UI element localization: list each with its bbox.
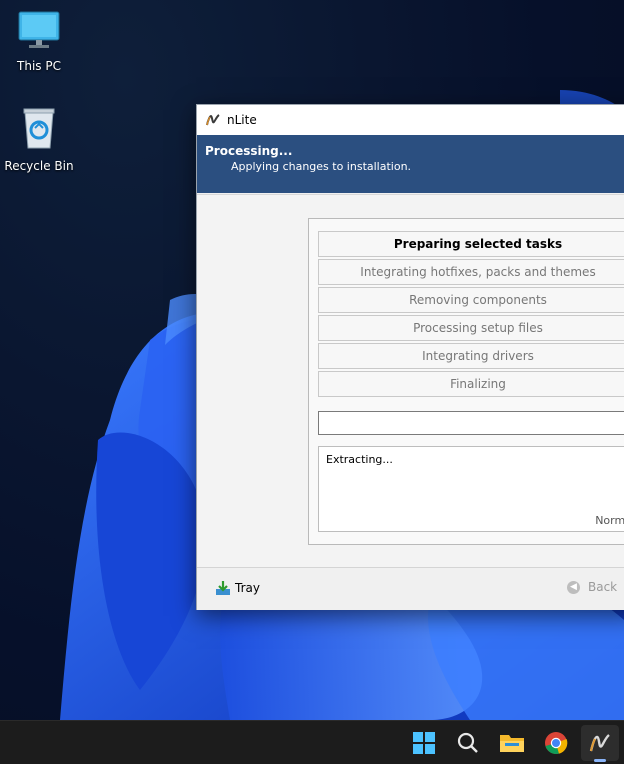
desktop-icon-label: Recycle Bin [4,159,74,173]
task-item: Finalizing [318,371,624,397]
processing-header: Processing... Applying changes to instal… [197,135,624,193]
log-box[interactable]: Extracting... Normal [318,446,624,532]
header-subtitle: Applying changes to installation. [231,160,412,173]
nlite-window: nLite Processing... Applying changes to … [196,104,624,610]
task-item: Removing components [318,287,624,313]
nlite-icon [206,114,220,126]
back-button[interactable]: ◀ Back [567,580,617,594]
task-panel: Preparing selected tasks Integrating hot… [308,218,624,545]
windows-start-icon[interactable] [411,730,437,756]
task-item: Preparing selected tasks [318,231,624,257]
window-body: Preparing selected tasks Integrating hot… [197,194,624,567]
window-titlebar[interactable]: nLite [197,105,624,135]
desktop-icon-recycle-bin[interactable]: Recycle Bin [0,106,79,173]
desktop-icon-label: This PC [17,59,61,73]
window-footer: Tray ◀ Back [197,567,624,610]
file-explorer-icon[interactable] [499,730,525,756]
back-arrow-icon: ◀ [567,580,580,594]
window-title: nLite [227,113,257,127]
task-item: Processing setup files [318,315,624,341]
task-item: Integrating drivers [318,343,624,369]
log-text: Extracting... [326,453,393,466]
back-label: Back [588,580,618,594]
taskbar-active-indicator [594,759,606,762]
tray-download-icon [216,581,230,595]
desktop-icon-this-pc[interactable]: This PC [0,10,79,73]
priority-label[interactable]: Normal [595,514,624,527]
tray-label: Tray [235,581,260,595]
task-item: Integrating hotfixes, packs and themes [318,259,624,285]
tray-button[interactable]: Tray [215,580,260,596]
monitor-icon [18,11,60,48]
chrome-icon[interactable] [543,730,569,756]
nlite-taskbar-icon[interactable] [587,730,613,756]
search-icon[interactable] [455,730,481,756]
recycle-bin-icon [23,108,55,149]
header-title: Processing... [205,144,293,158]
taskbar [0,720,624,764]
progress-bar [318,411,624,435]
